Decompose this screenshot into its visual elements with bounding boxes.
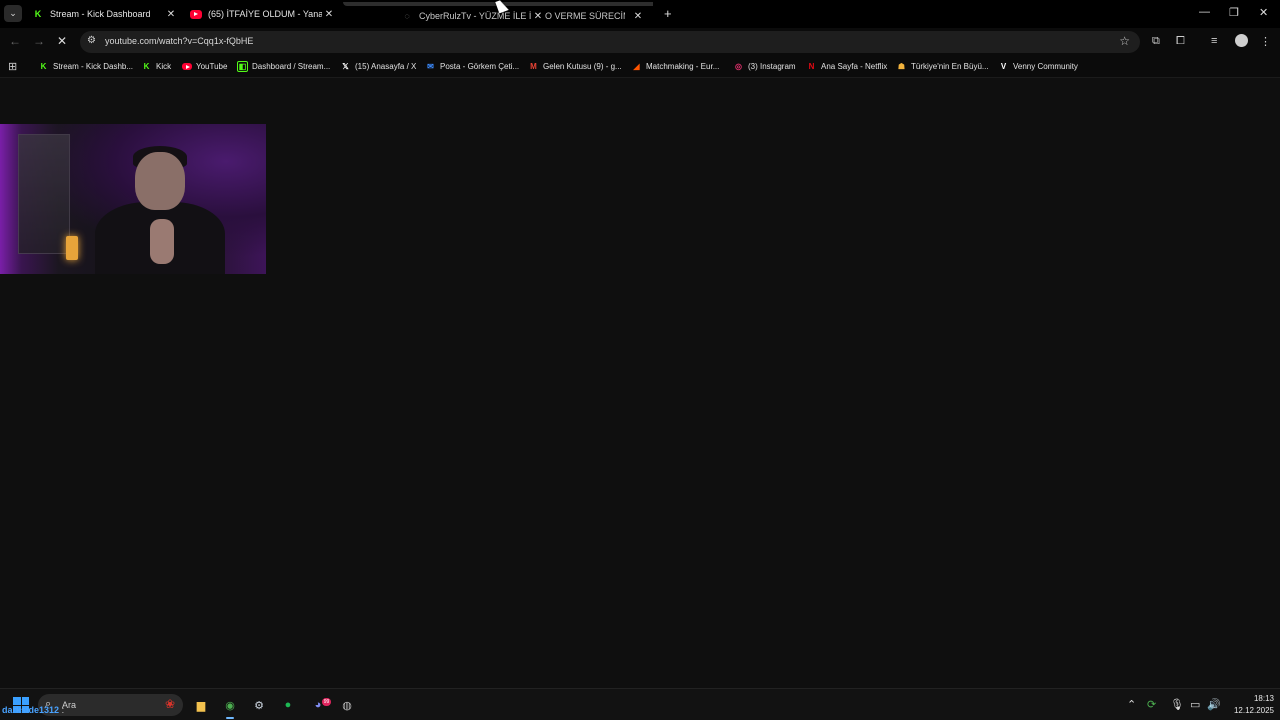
youtube-icon <box>181 61 192 72</box>
search-placeholder: Ara <box>62 700 77 710</box>
bookmark-item[interactable]: M Gelen Kutusu (9) - g... <box>528 56 622 77</box>
stop-loading-icon[interactable]: ✕ <box>57 34 67 48</box>
tab-title-behind: O VERME SÜRECİMİ (BE <box>545 11 625 21</box>
x-icon: 𝕏 <box>342 62 349 71</box>
tab-search-button[interactable]: ⌄ <box>4 5 22 22</box>
bookmark-label: Dashboard / Stream... <box>252 62 331 71</box>
webcam-overlay <box>0 124 266 274</box>
close-icon[interactable]: ✕ <box>322 9 336 20</box>
bookmarks-bar: ⊞ K Stream - Kick Dashb... K Kick YouTub… <box>0 56 1280 78</box>
url-text[interactable]: youtube.com/watch?v=Cqq1x-fQbHE <box>105 36 253 46</box>
obs-icon[interactable]: ◍ <box>338 696 356 714</box>
username-text: darkside1312 <box>2 705 60 715</box>
restore-icon[interactable]: ❐ <box>1229 6 1239 19</box>
tab-title: (65) İTFAİYE OLDUM - Yanan va <box>208 9 322 19</box>
discord-icon[interactable]: ◕ 99 <box>309 696 331 714</box>
close-window-icon[interactable]: ✕ <box>1259 6 1268 19</box>
chevron-down-icon: ⌄ <box>9 8 17 18</box>
bookmark-label: Stream - Kick Dashb... <box>53 62 134 71</box>
chrome-icon[interactable]: ◉ <box>221 696 239 719</box>
bookmark-item[interactable]: ✉ Posta - Görkem Çeti... <box>425 56 519 77</box>
kick-icon: K <box>34 9 42 19</box>
bookmark-item[interactable]: K Stream - Kick Dashb... <box>38 56 133 77</box>
netflix-icon: N <box>808 62 815 71</box>
tab-title: Stream - Kick Dashboard <box>50 9 151 19</box>
bookmark-label: Ana Sayfa - Netflix <box>821 62 888 71</box>
gmail-icon: M <box>530 62 537 71</box>
bookmark-star-icon[interactable]: ☆ <box>1119 34 1130 48</box>
address-bar[interactable]: ⚙ youtube.com/watch?v=Cqq1x-fQbHE ☆ <box>80 31 1140 53</box>
kick-icon: K <box>143 62 150 71</box>
bookmark-item[interactable]: YouTube <box>181 56 227 77</box>
bookmark-item[interactable]: ◧ Dashboard / Stream... <box>237 56 330 77</box>
network-icon[interactable]: ▭ <box>1190 698 1200 711</box>
bookmark-label: Matchmaking - Eur... <box>646 62 720 71</box>
extension-icon[interactable]: ⧉ <box>1152 35 1160 48</box>
file-explorer-icon[interactable]: ▆ <box>192 696 210 714</box>
sync-icon[interactable]: ⟳ <box>1147 698 1156 711</box>
new-tab-button[interactable]: + <box>664 6 672 21</box>
tab-kick-dashboard[interactable]: K Stream - Kick Dashboard ✕ <box>32 0 178 28</box>
bookmark-label: YouTube <box>196 62 228 71</box>
bookmark-item[interactable]: K Kick <box>141 56 172 77</box>
volume-icon[interactable]: 🔊 <box>1207 698 1221 711</box>
bookmark-item[interactable]: ◎ (3) Instagram <box>733 56 796 77</box>
tab-youtube-itfaiye[interactable]: (65) İTFAİYE OLDUM - Yanan va ✕ <box>190 0 336 28</box>
media-control-icon[interactable]: ≡ <box>1211 35 1217 47</box>
bookmark-label: Gelen Kutusu (9) - g... <box>543 62 622 71</box>
tab-title: CyberRulzTv - YÜZME İLE İLGİLİ <box>419 11 531 21</box>
bookmark-item[interactable]: 𝕏 (15) Anasayfa / X <box>340 56 416 77</box>
bookmark-item[interactable]: ☗ Türkiye'nin En Büyü... <box>896 56 989 77</box>
minimize-icon[interactable]: — <box>1199 6 1210 18</box>
venny-icon: V <box>1000 62 1007 71</box>
bookmark-label: Posta - Görkem Çeti... <box>440 62 520 71</box>
taskbar: ⌕ Ara ❀ darkside1312 : ▆ ◉ ⚙ ● ◕ 99 ◍ ⌃ … <box>0 688 1280 720</box>
bookmark-label: Türkiye'nin En Büyü... <box>911 62 989 71</box>
tray-chevron-up-icon[interactable]: ⌃ <box>1127 698 1136 711</box>
spotify-icon[interactable]: ● <box>279 696 297 714</box>
search-highlight-icon: ❀ <box>164 697 175 711</box>
close-icon[interactable]: ✕ <box>531 11 545 22</box>
faceit-icon: ◢ <box>633 62 640 71</box>
username-suffix: : <box>61 705 65 715</box>
profile-avatar[interactable] <box>1235 34 1248 47</box>
bookmark-label: (3) Instagram <box>748 62 796 71</box>
extensions-puzzle-icon[interactable]: ⧠ <box>1176 35 1185 48</box>
clock-time: 18:13 <box>1253 694 1274 703</box>
back-arrow-icon[interactable]: ← <box>9 34 21 48</box>
close-icon[interactable]: ✕ <box>631 11 645 22</box>
dashboard-icon: ◧ <box>237 61 248 72</box>
youtube-icon <box>190 8 202 20</box>
bookmark-item[interactable]: ◢ Matchmaking - Eur... <box>631 56 719 77</box>
close-icon[interactable]: ✕ <box>164 9 178 20</box>
store-icon: ☗ <box>897 62 906 71</box>
apps-grid-icon[interactable]: ⊞ <box>8 60 17 73</box>
system-clock[interactable]: 18:13 12.12.2025 <box>1222 693 1274 717</box>
bookmark-label: Venny Community <box>1013 62 1078 71</box>
forward-arrow-icon[interactable]: → <box>33 34 45 48</box>
bookmark-item[interactable]: V Venny Community <box>998 56 1078 77</box>
clock-date: 12.12.2025 <box>1233 706 1274 715</box>
loading-icon: ◌ <box>404 11 410 21</box>
instagram-icon: ◎ <box>735 62 742 71</box>
chat-overlay-username: darkside1312 : <box>2 705 64 715</box>
bookmark-item[interactable]: N Ana Sayfa - Netflix <box>806 56 888 77</box>
tab-strip: ⌄ K Stream - Kick Dashboard ✕ (65) İTFAİ… <box>0 0 1280 28</box>
steam-icon[interactable]: ⚙ <box>250 696 268 714</box>
site-info-icon[interactable]: ⚙ <box>87 35 96 46</box>
bookmark-label: Kick <box>156 62 172 71</box>
microphone-icon[interactable]: 🎙 <box>1170 698 1184 711</box>
discord-badge: 99 <box>322 698 331 706</box>
browser-toolbar: ← → ✕ ⚙ youtube.com/watch?v=Cqq1x-fQbHE … <box>0 28 1280 56</box>
kick-icon: K <box>40 62 47 71</box>
bookmark-label: (15) Anasayfa / X <box>355 62 417 71</box>
outlook-icon: ✉ <box>427 62 434 71</box>
menu-kebab-icon[interactable]: ⋮ <box>1260 35 1271 48</box>
page-content <box>0 79 1280 688</box>
